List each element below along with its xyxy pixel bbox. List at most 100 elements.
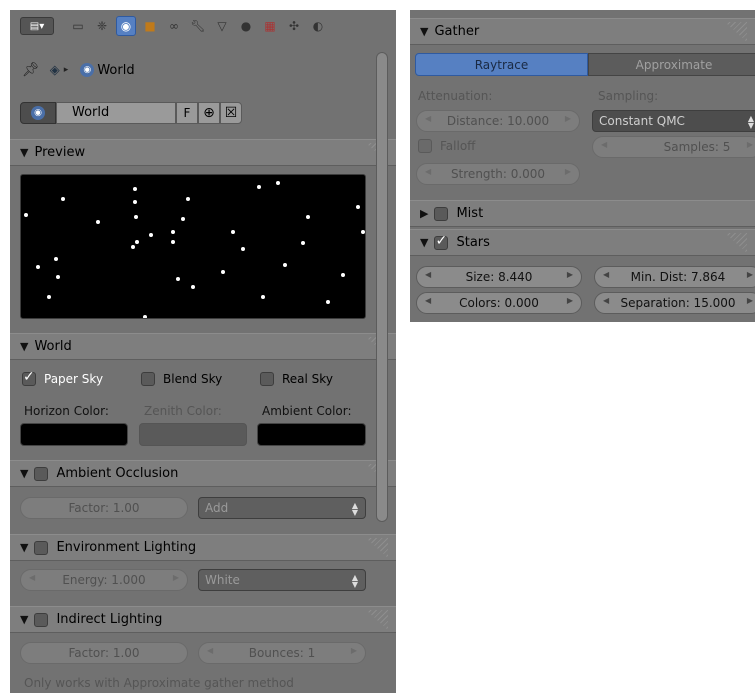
increment-arrow-icon[interactable]: ▶: [567, 270, 573, 279]
constraints-icon[interactable]: ∞: [164, 16, 184, 36]
indirect-lighting-panel-header[interactable]: ▼ Indirect Lighting: [10, 606, 396, 633]
indirect-bounces-field[interactable]: ◀ Bounces: 1 ▶: [198, 642, 366, 664]
decrement-arrow-icon[interactable]: ◀: [207, 646, 213, 655]
star-separation-value: Separation: 15.000: [620, 296, 736, 310]
preview-star: [231, 230, 235, 234]
preview-star: [176, 277, 180, 281]
decrement-arrow-icon[interactable]: ◀: [425, 114, 431, 123]
horizon-color-swatch[interactable]: [20, 423, 128, 446]
star-size-field[interactable]: ◀ Size: 8.440 ▶: [416, 266, 582, 288]
ambient-color-label: Ambient Color:: [262, 404, 352, 418]
sampling-method-dropdown[interactable]: Constant QMC ▲ ▼: [592, 110, 755, 132]
increment-arrow-icon[interactable]: ▶: [173, 573, 179, 582]
env-color-dropdown[interactable]: White ▲ ▼: [198, 569, 366, 591]
decrement-arrow-icon[interactable]: ◀: [29, 573, 35, 582]
scrollbar[interactable]: [376, 52, 388, 693]
environment-lighting-panel-header[interactable]: ▼ Environment Lighting: [10, 534, 396, 561]
preview-star: [261, 295, 265, 299]
indirect-lighting-checkbox[interactable]: [34, 612, 49, 627]
paper-sky-label: Paper Sky: [44, 372, 104, 386]
gather-panel-header[interactable]: ▼ Gather: [410, 18, 755, 45]
blend-sky-checkbox[interactable]: Blend Sky: [141, 372, 222, 386]
decrement-arrow-icon[interactable]: ◀: [425, 167, 431, 176]
decrement-arrow-icon[interactable]: ◀: [603, 270, 609, 279]
real-sky-checkbox[interactable]: Real Sky: [260, 372, 333, 386]
world-icon[interactable]: ◉: [116, 16, 136, 36]
preview-star: [341, 273, 345, 277]
updown-arrows-icon: ▲ ▼: [747, 114, 754, 130]
decrement-arrow-icon[interactable]: ◀: [601, 140, 607, 149]
increment-arrow-icon[interactable]: ▶: [747, 296, 753, 305]
samples-value: Samples: 5: [663, 140, 731, 154]
scene-icon: ◈: [49, 62, 60, 78]
falloff-checkbox[interactable]: Falloff: [418, 139, 475, 153]
modifiers-icon[interactable]: 🔧︎: [188, 16, 208, 36]
stars-checkbox[interactable]: [434, 233, 449, 250]
ambient-occlusion-panel-header[interactable]: ▼ Ambient Occlusion: [10, 460, 396, 487]
indirect-factor-field[interactable]: Factor: 1.00: [20, 642, 188, 664]
editor-type-button[interactable]: ▤▾: [20, 17, 54, 35]
star-separation-field[interactable]: ◀ Separation: 15.000 ▶: [594, 292, 755, 314]
environment-lighting-checkbox[interactable]: [34, 540, 49, 555]
pin-icon[interactable]: 📌︎: [22, 62, 40, 78]
world-browse-button[interactable]: ◉: [20, 102, 56, 124]
breadcrumb-item-world[interactable]: World: [97, 63, 134, 78]
ao-factor-value: Factor: 1.00: [68, 501, 140, 515]
ao-blend-mode-dropdown[interactable]: Add ▲ ▼: [198, 497, 366, 519]
distance-field[interactable]: ◀ Distance: 10.000 ▶: [416, 110, 580, 132]
texture-icon[interactable]: ▦: [260, 16, 280, 36]
world-name-field[interactable]: World: [56, 102, 176, 124]
add-world-button[interactable]: ⊕: [198, 102, 220, 124]
env-color-value: White: [205, 573, 240, 587]
drag-grip-icon[interactable]: [725, 233, 747, 253]
increment-arrow-icon[interactable]: ▶: [747, 270, 753, 279]
fake-user-button[interactable]: F: [176, 102, 198, 124]
gather-title: Gather: [434, 24, 480, 39]
decrement-arrow-icon[interactable]: ◀: [603, 296, 609, 305]
preview-panel-header[interactable]: ▼ Preview: [10, 139, 396, 166]
drag-grip-icon[interactable]: [725, 22, 747, 42]
preview-star: [283, 263, 287, 267]
samples-field[interactable]: ◀ Samples: 5 ▶: [592, 136, 755, 158]
object-icon[interactable]: ■: [140, 16, 160, 36]
scrollbar-thumb[interactable]: [376, 52, 388, 522]
preview-star: [36, 265, 40, 269]
stars-panel-header[interactable]: ▼ Stars: [410, 229, 755, 256]
zenith-color-swatch[interactable]: [139, 423, 247, 446]
preview-star: [181, 217, 185, 221]
ambient-color-swatch[interactable]: [257, 423, 366, 446]
raytrace-tab[interactable]: Raytrace: [415, 53, 588, 76]
strength-field[interactable]: ◀ Strength: 0.000 ▶: [416, 163, 580, 185]
paper-sky-checkbox[interactable]: Paper Sky: [22, 369, 104, 386]
mesh-data-icon[interactable]: ▽: [212, 16, 232, 36]
preview-star: [149, 233, 153, 237]
ao-factor-field[interactable]: Factor: 1.00: [20, 497, 188, 519]
updown-arrows-icon: ▲ ▼: [351, 573, 358, 589]
increment-arrow-icon[interactable]: ▶: [565, 167, 571, 176]
preview-star: [54, 257, 58, 261]
world-panel-header[interactable]: ▼ World: [10, 333, 396, 360]
particles-icon[interactable]: ✣: [284, 16, 304, 36]
physics-icon[interactable]: ◐: [308, 16, 328, 36]
star-colors-field[interactable]: ◀ Colors: 0.000 ▶: [416, 292, 582, 314]
unlink-world-button[interactable]: ☒: [220, 102, 242, 124]
preview-star: [301, 241, 305, 245]
increment-arrow-icon[interactable]: ▶: [747, 140, 753, 149]
render-layers-icon[interactable]: ❈: [92, 16, 112, 36]
env-energy-field[interactable]: ◀ Energy: 1.000 ▶: [20, 569, 188, 591]
ambient-occlusion-checkbox[interactable]: [34, 466, 49, 481]
star-min-dist-field[interactable]: ◀ Min. Dist: 7.864 ▶: [594, 266, 755, 288]
increment-arrow-icon[interactable]: ▶: [565, 114, 571, 123]
decrement-arrow-icon[interactable]: ◀: [425, 296, 431, 305]
preview-star: [134, 215, 138, 219]
render-icon[interactable]: ▭: [68, 16, 88, 36]
material-icon[interactable]: ●: [236, 16, 256, 36]
approximate-tab[interactable]: Approximate: [588, 53, 755, 76]
preview-star: [276, 181, 280, 185]
mist-checkbox[interactable]: [434, 206, 449, 221]
collapse-triangle-icon: ▼: [20, 340, 29, 353]
increment-arrow-icon[interactable]: ▶: [351, 646, 357, 655]
decrement-arrow-icon[interactable]: ◀: [425, 270, 431, 279]
increment-arrow-icon[interactable]: ▶: [567, 296, 573, 305]
mist-panel-header[interactable]: ▶ Mist: [410, 200, 755, 227]
